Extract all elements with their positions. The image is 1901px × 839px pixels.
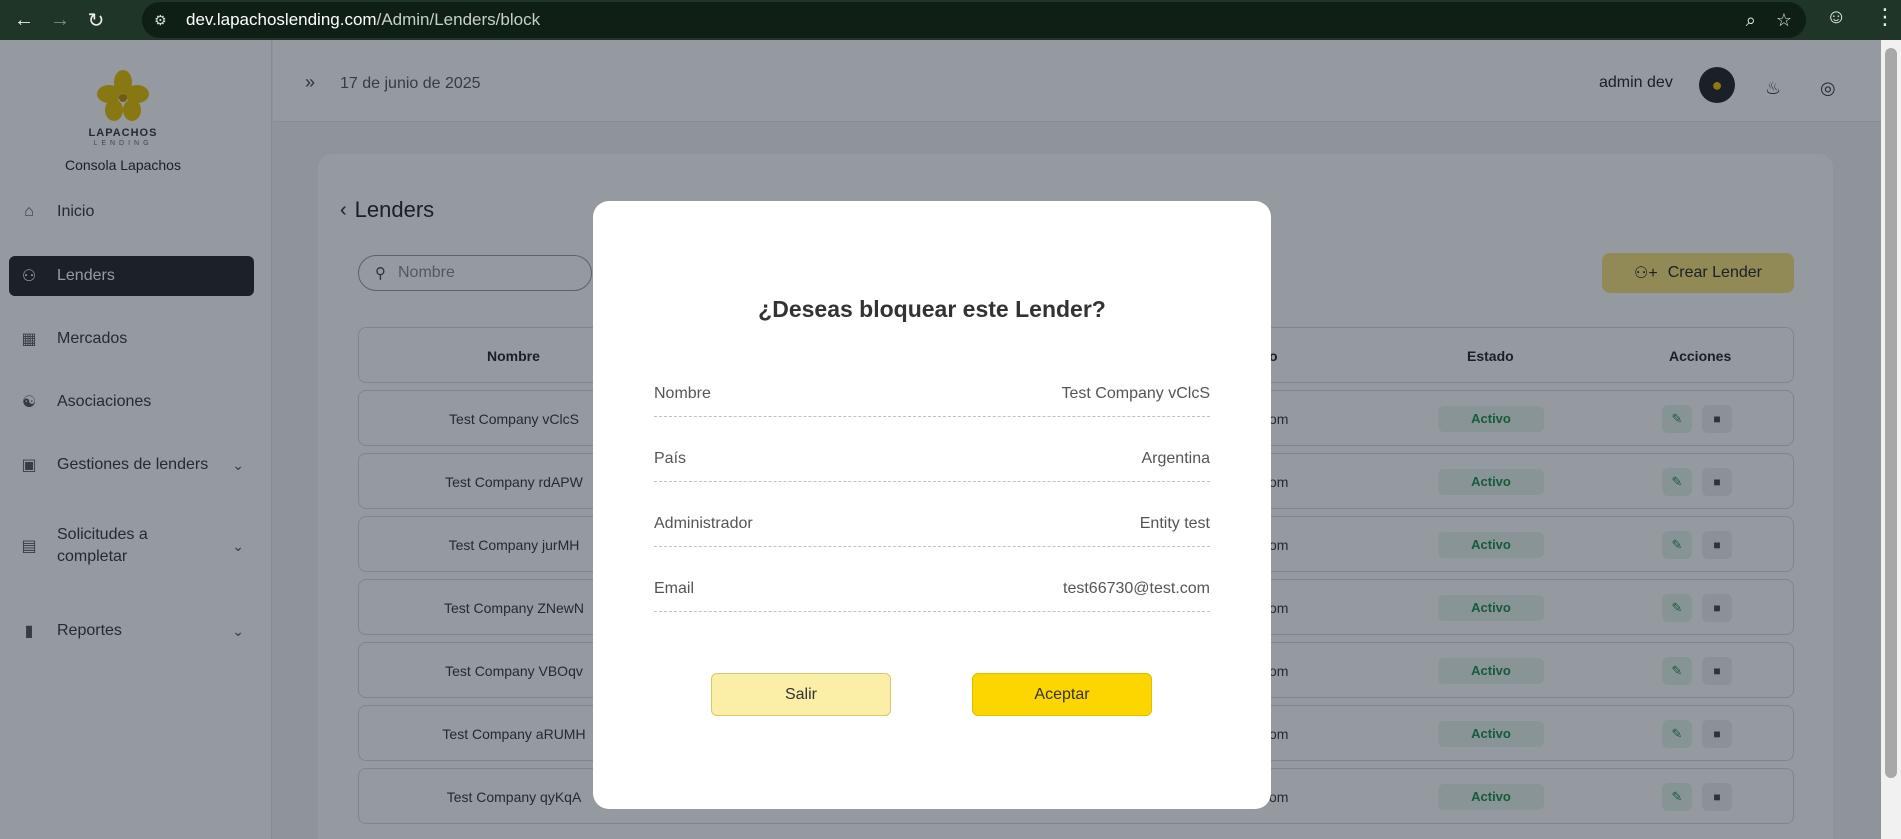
field-administrador: Administrador Entity test [654, 499, 1210, 547]
zoom-icon[interactable]: ⌕ [1746, 10, 1756, 31]
url-host: dev.lapachoslending.com [186, 10, 377, 29]
dialog-title: ¿Deseas bloquear este Lender? [758, 296, 1106, 322]
reload-icon[interactable]: ↻ [78, 2, 114, 38]
field-pais: País Argentina [654, 434, 1210, 482]
field-value: Argentina [1141, 450, 1211, 467]
browser-menu-icon[interactable]: ⋮ [1874, 4, 1896, 30]
back-icon[interactable]: ← [6, 2, 42, 38]
browser-toolbar: ← → ↻ ⚙ dev.lapachoslending.com/Admin/Le… [0, 0, 1901, 40]
bookmark-star-icon[interactable]: ☆ [1776, 10, 1792, 31]
field-nombre: Nombre Test Company vClcS [654, 369, 1210, 417]
browser-nav: ← → ↻ [6, 2, 114, 38]
site-info-icon[interactable]: ⚙ [154, 12, 180, 29]
field-label: Nombre [654, 385, 711, 402]
confirm-button[interactable]: Aceptar [972, 673, 1152, 716]
field-value: Test Company vClcS [1061, 385, 1211, 402]
block-lender-dialog: ¿Deseas bloquear este Lender? Nombre Tes… [593, 201, 1271, 809]
field-value: test66730@test.com [1063, 580, 1210, 597]
profile-icon[interactable]: ☺ [1826, 6, 1846, 29]
urlbar-actions: ⌕ ☆ [1746, 10, 1792, 31]
scrollbar-thumb[interactable] [1885, 48, 1897, 778]
field-email: Email test66730@test.com [654, 564, 1210, 612]
url-text[interactable]: dev.lapachoslending.com/Admin/Lenders/bl… [186, 10, 540, 30]
forward-icon[interactable]: → [42, 2, 78, 38]
cancel-button[interactable]: Salir [711, 673, 891, 716]
url-path: /Admin/Lenders/block [376, 10, 541, 29]
field-label: Administrador [654, 515, 753, 532]
address-bar[interactable]: ⚙ dev.lapachoslending.com/Admin/Lenders/… [142, 2, 1806, 38]
field-value: Entity test [1139, 515, 1210, 532]
page-scrollbar[interactable] [1881, 40, 1901, 839]
field-label: País [654, 450, 687, 467]
field-label: Email [654, 580, 695, 597]
